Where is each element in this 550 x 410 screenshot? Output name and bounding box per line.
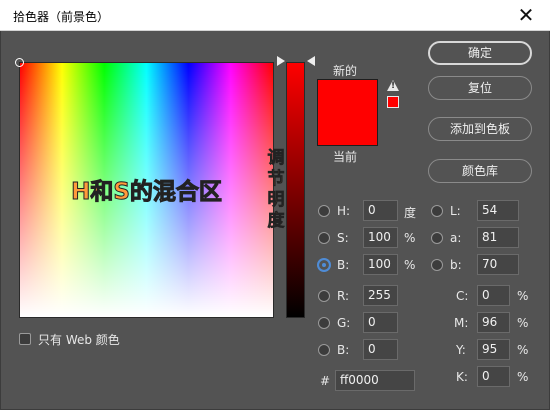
reset-button[interactable]: 复位 — [428, 76, 532, 100]
radio-l[interactable] — [431, 205, 443, 217]
a-label: a: — [450, 231, 462, 245]
current-color-label: 当前 — [333, 150, 358, 164]
radio-lab-b[interactable] — [431, 259, 443, 271]
radio-s[interactable] — [318, 232, 330, 244]
radio-r[interactable] — [318, 290, 330, 302]
lab-b-label: b: — [450, 258, 462, 272]
rgb-b-label: B: — [337, 343, 350, 357]
h-unit: 度 — [404, 206, 417, 220]
l-label: L: — [450, 204, 461, 218]
new-color-label: 新的 — [333, 64, 358, 78]
hex-input[interactable]: ff0000 — [335, 370, 415, 391]
c-label: C: — [456, 289, 469, 303]
g-input[interactable]: 0 — [363, 312, 398, 333]
y-input[interactable]: 95 — [477, 339, 510, 360]
h-input[interactable]: 0 — [363, 200, 398, 221]
lab-b-input[interactable]: 70 — [477, 254, 519, 275]
close-icon[interactable]: ✕ — [516, 4, 536, 26]
title-bar: 拾色器（前景色） ✕ — [0, 0, 550, 31]
radio-a[interactable] — [431, 232, 443, 244]
slider-annotation: 调节明度 — [263, 148, 289, 232]
gamut-correction-swatch[interactable] — [387, 96, 399, 108]
slider-annotation-char: 明 — [267, 190, 285, 211]
slider-annotation-char: 节 — [267, 169, 285, 190]
l-input[interactable]: 54 — [477, 200, 519, 221]
a-input[interactable]: 81 — [477, 227, 519, 248]
y-label: Y: — [456, 343, 466, 357]
ok-button[interactable]: 确定 — [428, 41, 532, 65]
h-label: H: — [337, 204, 351, 218]
b-unit: % — [404, 258, 416, 272]
c-unit: % — [517, 289, 529, 303]
radio-rgb-b[interactable] — [318, 344, 330, 356]
c-input[interactable]: 0 — [477, 285, 510, 306]
color-field-annotation: H和S的混合区 — [71, 179, 223, 206]
b-input[interactable]: 100 — [363, 254, 398, 275]
g-label: G: — [337, 316, 351, 330]
hex-label: # — [320, 374, 331, 388]
r-input[interactable]: 255 — [363, 285, 398, 306]
k-label: K: — [456, 370, 468, 384]
r-label: R: — [337, 289, 350, 303]
add-to-swatches-button[interactable]: 添加到色板 — [428, 117, 532, 141]
y-unit: % — [517, 343, 529, 357]
window-title: 拾色器（前景色） — [13, 10, 110, 24]
rgb-b-input[interactable]: 0 — [363, 339, 398, 360]
b-label: B: — [337, 258, 350, 272]
warning-mark: ! — [391, 81, 396, 91]
s-unit: % — [404, 231, 416, 245]
web-colors-checkbox[interactable] — [19, 333, 31, 345]
m-unit: % — [517, 316, 529, 330]
m-input[interactable]: 96 — [477, 312, 510, 333]
slider-annotation-char: 度 — [267, 211, 285, 232]
color-preview-swatch — [317, 79, 378, 146]
color-field-cursor[interactable] — [15, 58, 24, 67]
color-libraries-button[interactable]: 颜色库 — [428, 159, 532, 183]
radio-g[interactable] — [318, 317, 330, 329]
k-input[interactable]: 0 — [477, 366, 510, 387]
web-colors-label: 只有 Web 颜色 — [38, 333, 120, 347]
radio-b-selected[interactable] — [318, 259, 330, 271]
slider-handle-left-icon[interactable] — [277, 56, 285, 66]
k-unit: % — [517, 370, 529, 384]
m-label: M: — [454, 316, 469, 330]
s-label: S: — [337, 231, 349, 245]
slider-annotation-char: 调 — [267, 148, 285, 169]
radio-h[interactable] — [318, 205, 330, 217]
slider-handle-right-icon[interactable] — [307, 56, 315, 66]
s-input[interactable]: 100 — [363, 227, 398, 248]
